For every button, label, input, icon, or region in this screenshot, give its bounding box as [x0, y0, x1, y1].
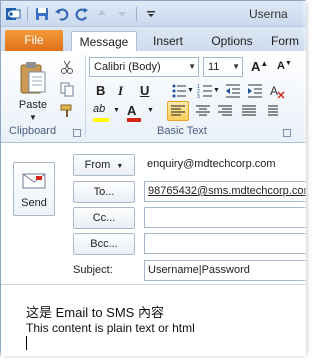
outlook-compose-window: Userna File Message Insert Options Form …	[0, 0, 306, 356]
up-arrow-icon[interactable]	[94, 6, 110, 22]
cut-icon[interactable]	[59, 59, 75, 75]
chevron-down-icon: ▼	[29, 113, 37, 122]
font-name-value: Calibri (Body)	[94, 61, 161, 73]
chevron-down-icon: ▼	[188, 62, 196, 71]
compose-area: Send From ▼ enquiry@mdtechcorp.com To...…	[1, 144, 306, 356]
title-bar: Userna	[1, 1, 306, 27]
bcc-field[interactable]	[144, 233, 306, 254]
font-color-bar	[127, 118, 141, 122]
message-body-line-1[interactable]: 这是 Email to SMS 內容	[26, 302, 164, 321]
font-size-combo[interactable]: 11 ▼	[203, 57, 243, 77]
send-label: Send	[21, 197, 47, 209]
svg-text:3: 3	[197, 94, 200, 99]
text-cursor	[26, 336, 27, 350]
customize-toolbar-icon[interactable]	[143, 6, 159, 22]
text-highlight-button[interactable]: ab	[93, 103, 113, 122]
header-body-divider	[1, 284, 306, 285]
font-color-label: A	[127, 103, 137, 118]
basic-text-group-label: Basic Text	[157, 125, 207, 137]
clipboard-launcher-icon[interactable]	[73, 129, 81, 137]
tab-insert[interactable]: Insert	[141, 31, 195, 51]
align-center-icon[interactable]	[195, 103, 211, 119]
tab-options[interactable]: Options	[201, 31, 263, 51]
chevron-down-icon[interactable]: ▼	[113, 107, 120, 114]
tab-format-text[interactable]: Form	[271, 31, 306, 51]
chevron-down-icon: ▼	[232, 62, 240, 71]
svg-text:A: A	[270, 84, 278, 98]
save-icon[interactable]	[34, 6, 50, 22]
grow-font-label: A	[251, 59, 261, 74]
grow-arrow-icon: ▲	[260, 59, 269, 68]
bcc-button[interactable]: Bcc...	[73, 233, 135, 255]
decrease-indent-icon[interactable]	[225, 83, 241, 99]
font-size-value: 11	[208, 61, 220, 73]
chevron-down-icon[interactable]: ▼	[187, 87, 194, 94]
tab-file[interactable]: File	[5, 30, 63, 51]
grow-font-button[interactable]: A▲	[251, 59, 268, 74]
highlight-color-bar	[93, 118, 109, 122]
shrink-font-button[interactable]: A▼	[277, 60, 292, 72]
from-label: From	[84, 159, 111, 171]
chevron-down-icon[interactable]: ▼	[213, 87, 220, 94]
redo-icon[interactable]	[74, 6, 90, 22]
shrink-arrow-icon: ▼	[284, 60, 292, 67]
to-recipient[interactable]: 98765432@sms.mdtechcorp.com	[148, 185, 306, 197]
toolbar-separator	[27, 7, 28, 21]
undo-icon[interactable]	[54, 6, 70, 22]
quick-access-toolbar	[5, 5, 159, 23]
justify-icon[interactable]	[241, 103, 257, 119]
outlook-app-icon[interactable]	[5, 6, 21, 22]
clipboard-group-label: Clipboard	[9, 125, 57, 137]
ribbon-tab-row: File Message Insert Options Form	[1, 27, 306, 52]
paste-label: Paste	[18, 99, 48, 111]
underline-button[interactable]: U	[140, 83, 149, 98]
group-separator	[85, 55, 86, 137]
bold-button[interactable]: B	[96, 83, 105, 98]
from-button[interactable]: From ▼	[73, 154, 135, 176]
to-button[interactable]: To...	[73, 181, 135, 203]
italic-button[interactable]: I	[118, 83, 123, 99]
tab-message[interactable]: Message	[71, 31, 137, 52]
chevron-down-icon[interactable]: ▼	[147, 107, 154, 114]
paragraph-icon[interactable]	[265, 103, 281, 119]
shrink-font-label: A	[277, 60, 285, 72]
window-title: Userna	[249, 7, 288, 21]
bullets-icon[interactable]	[171, 83, 187, 99]
subject-field[interactable]: Username|Password	[144, 260, 306, 281]
subject-label: Subject:	[73, 264, 113, 276]
font-color-button[interactable]: A	[127, 103, 145, 122]
from-address: enquiry@mdtechcorp.com	[147, 158, 276, 170]
format-painter-icon[interactable]	[59, 103, 75, 119]
align-right-icon[interactable]	[217, 103, 233, 119]
chevron-down-icon: ▼	[116, 163, 124, 170]
basic-text-launcher-icon[interactable]	[283, 129, 291, 137]
cc-field[interactable]	[144, 207, 306, 228]
send-envelope-icon	[22, 173, 46, 189]
copy-icon[interactable]	[59, 81, 75, 97]
increase-indent-icon[interactable]	[247, 83, 263, 99]
font-name-combo[interactable]: Calibri (Body) ▼	[89, 57, 199, 77]
paste-icon	[20, 62, 46, 94]
paste-button[interactable]: Paste ▼	[11, 57, 55, 122]
ribbon: Paste ▼ Clipboard Calibri (Body) ▼ 11 ▼ …	[1, 51, 306, 143]
cc-button[interactable]: Cc...	[73, 207, 135, 229]
align-left-button[interactable]	[167, 101, 189, 121]
send-button[interactable]: Send	[13, 162, 55, 216]
toolbar-separator	[136, 7, 137, 21]
highlight-label: ab	[93, 103, 106, 115]
align-left-icon	[171, 105, 185, 116]
clear-formatting-icon[interactable]: A	[269, 83, 285, 99]
message-body-line-2[interactable]: This content is plain text or html	[26, 321, 195, 335]
to-field[interactable]: 98765432@sms.mdtechcorp.com	[144, 181, 306, 202]
numbering-icon[interactable]: 123	[197, 83, 213, 100]
down-arrow-icon[interactable]	[114, 6, 130, 22]
